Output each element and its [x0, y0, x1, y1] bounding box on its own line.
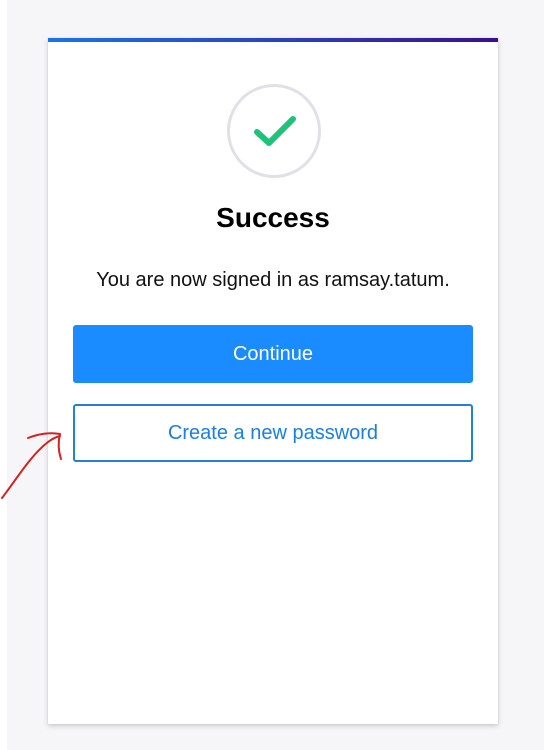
signed-in-message: You are now signed in as ramsay.tatum. [96, 269, 450, 291]
page-title: Success [216, 202, 330, 233]
hand-drawn-arrow-icon [1, 432, 62, 499]
card-accent-bar [48, 38, 498, 42]
signin-success-card: Success You are now signed in as ramsay.… [48, 38, 498, 724]
success-badge [227, 84, 321, 178]
checkmark-icon [254, 116, 296, 146]
create-new-password-button[interactable]: Create a new password [73, 404, 473, 462]
page-left-edge [0, 0, 7, 750]
continue-button[interactable]: Continue [73, 325, 473, 383]
